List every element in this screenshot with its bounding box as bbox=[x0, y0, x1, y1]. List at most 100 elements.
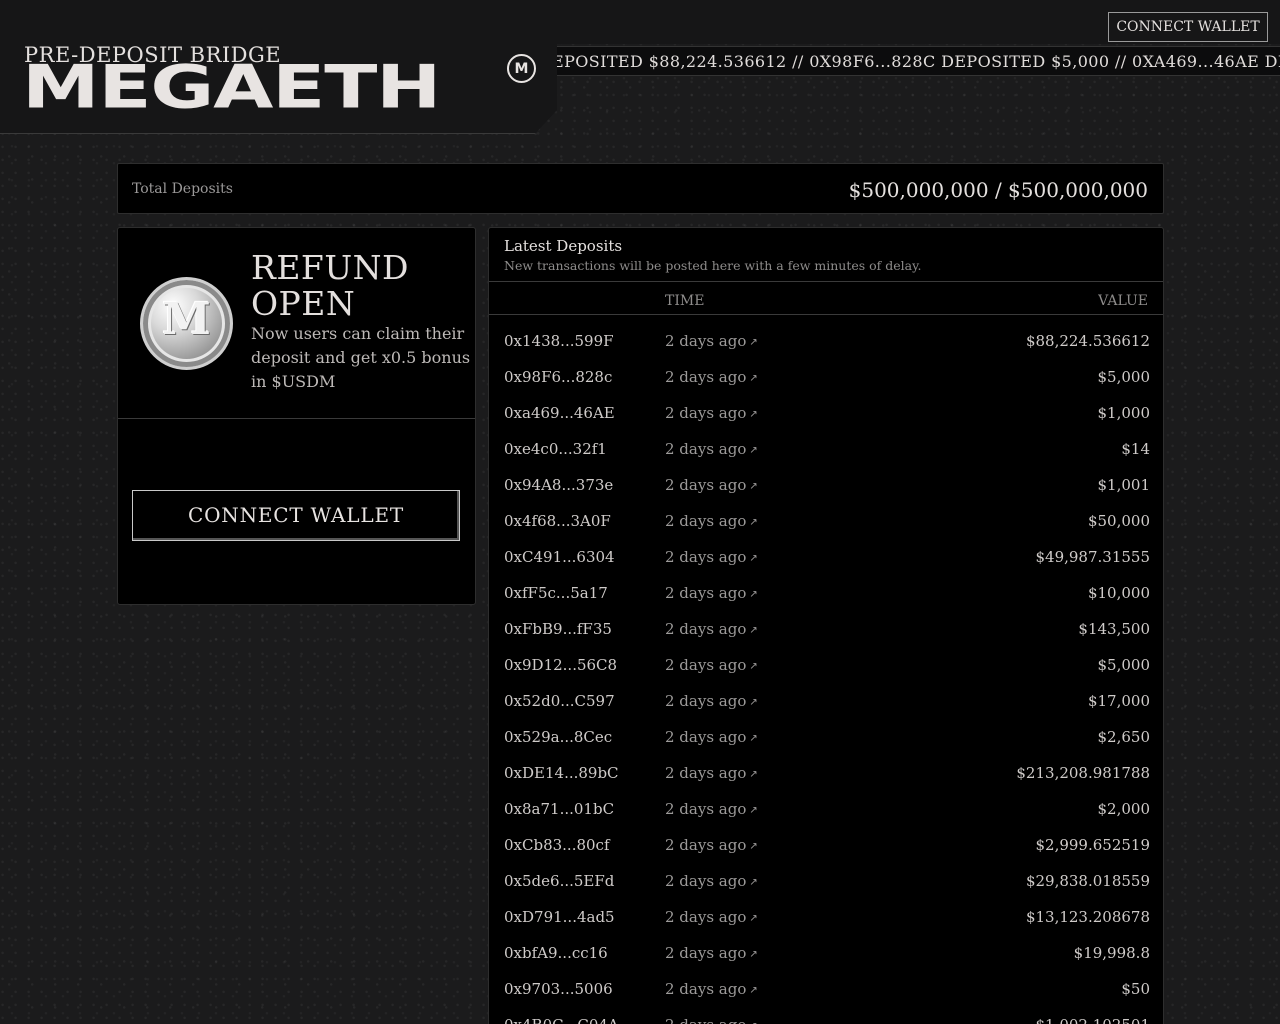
table-row: 0xe4c0...32f1 2 days ago ↗ $14 bbox=[489, 431, 1163, 467]
deposit-address: 0x9703...5006 bbox=[504, 980, 613, 998]
divider bbox=[489, 281, 1163, 282]
deposit-time: 2 days ago bbox=[665, 872, 747, 890]
table-row: 0xCb83...80cf 2 days ago ↗ $2,999.652519 bbox=[489, 827, 1163, 863]
deposit-value: $17,000 bbox=[1087, 692, 1150, 710]
deposit-time-link[interactable]: 2 days ago↗ bbox=[665, 548, 758, 566]
deposit-value: $50 bbox=[1121, 980, 1150, 998]
deposit-time-link[interactable]: 2 days ago↗ bbox=[665, 692, 758, 710]
deposit-time: 2 days ago bbox=[665, 476, 747, 494]
brand-logo[interactable]: MEGAETH bbox=[22, 58, 441, 117]
external-link-icon: ↗ bbox=[749, 733, 758, 744]
deposit-time-link[interactable]: 2 days ago↗ bbox=[665, 656, 758, 674]
latest-deposits-title: Latest Deposits bbox=[504, 237, 623, 255]
external-link-icon: ↗ bbox=[749, 913, 758, 924]
deposit-address: 0xC491...6304 bbox=[504, 548, 615, 566]
table-row: 0x98F6...828c 2 days ago ↗ $5,000 bbox=[489, 359, 1163, 395]
table-row: 0xD791...4ad5 2 days ago ↗ $13,123.208678 bbox=[489, 899, 1163, 935]
deposit-time-link[interactable]: 2 days ago↗ bbox=[665, 872, 758, 890]
deposit-address: 0xe4c0...32f1 bbox=[504, 440, 607, 458]
deposit-value: $10,000 bbox=[1087, 584, 1150, 602]
deposit-time: 2 days ago bbox=[665, 368, 747, 386]
deposit-address: 0x8a71...01bC bbox=[504, 800, 615, 818]
deposit-time-link[interactable]: 2 days ago↗ bbox=[665, 800, 758, 818]
deposit-address: 0x94A8...373e bbox=[504, 476, 614, 494]
deposit-address: 0xbfA9...cc16 bbox=[504, 944, 608, 962]
table-row: 0x4B0C...C04A 2 days ago↗ $1,002.102501 bbox=[489, 1007, 1163, 1024]
deposit-time-link[interactable]: 2 days ago↗ bbox=[665, 476, 758, 494]
external-link-icon: ↗ bbox=[749, 445, 758, 456]
connect-wallet-button[interactable]: CONNECT WALLET bbox=[132, 490, 460, 541]
external-link-icon: ↗ bbox=[749, 769, 758, 780]
deposit-time: 2 days ago bbox=[665, 800, 747, 818]
deposit-time-link[interactable]: 2 days ago↗ bbox=[665, 440, 758, 458]
table-row: 0x5de6...5EFd 2 days ago ↗ $29,838.018559 bbox=[489, 863, 1163, 899]
deposit-time-link[interactable]: 2 days ago↗ bbox=[665, 764, 758, 782]
deposit-time-link[interactable]: 2 days ago↗ bbox=[665, 332, 758, 350]
table-row: 0xbfA9...cc16 2 days ago ↗ $19,998.8 bbox=[489, 935, 1163, 971]
coin-letter: M bbox=[162, 294, 211, 345]
deposits-list: 0x1438...599F 2 days ago ↗ $88,224.536612 0… bbox=[489, 323, 1163, 1024]
deposit-value: $13,123.208678 bbox=[1025, 908, 1150, 926]
total-deposits-value: $500,000,000 / $500,000,000 bbox=[848, 178, 1148, 202]
table-row: 0x52d0...C597 2 days ago ↗ $17,000 bbox=[489, 683, 1163, 719]
deposit-time: 2 days ago bbox=[665, 1016, 746, 1024]
refund-card: M REFUND OPEN Now users can claim their … bbox=[117, 227, 476, 605]
deposit-value: $1,001 bbox=[1097, 476, 1151, 494]
deposit-time: 2 days ago bbox=[665, 980, 747, 998]
total-deposits-bar: Total Deposits $500,000,000 / $500,000,0… bbox=[117, 163, 1164, 214]
deposit-value: $50,000 bbox=[1087, 512, 1150, 530]
deposit-value: $19,998.8 bbox=[1073, 944, 1150, 962]
deposit-time: 2 days ago bbox=[665, 548, 747, 566]
deposit-address: 0xFbB9...fF35 bbox=[504, 620, 612, 638]
deposit-time: 2 days ago bbox=[665, 656, 747, 674]
deposit-value: $49,987.31555 bbox=[1035, 548, 1150, 566]
table-row: 0xDE14...89bC 2 days ago ↗ $213,208.981788 bbox=[489, 755, 1163, 791]
deposit-time-link[interactable]: 2 days ago↗ bbox=[665, 728, 758, 746]
external-link-icon: ↗ bbox=[749, 805, 758, 816]
deposit-value: $29,838.018559 bbox=[1025, 872, 1150, 890]
deposit-address: 0xa469...46AE bbox=[504, 404, 615, 422]
latest-deposits-subtitle: New transactions will be posted here wit… bbox=[504, 258, 922, 273]
deposit-time-link[interactable]: 2 days ago↗ bbox=[665, 1016, 758, 1024]
deposit-time-link[interactable]: 2 days ago↗ bbox=[665, 368, 758, 386]
external-link-icon: ↗ bbox=[749, 589, 758, 600]
deposit-value: $2,999.652519 bbox=[1035, 836, 1150, 854]
deposit-time-link[interactable]: 2 days ago↗ bbox=[665, 584, 758, 602]
header-connect-wallet-button[interactable]: CONNECT WALLET bbox=[1108, 12, 1268, 42]
deposit-time: 2 days ago bbox=[665, 692, 747, 710]
deposit-time: 2 days ago bbox=[665, 440, 747, 458]
table-row: 0x4f68...3A0F 2 days ago ↗ $50,000 bbox=[489, 503, 1163, 539]
deposit-time: 2 days ago bbox=[665, 404, 747, 422]
external-link-icon: ↗ bbox=[749, 877, 758, 888]
deposit-address: 0x4B0C...C04A bbox=[504, 1016, 619, 1024]
divider bbox=[489, 314, 1163, 315]
deposit-time: 2 days ago bbox=[665, 836, 747, 854]
external-link-icon: ↗ bbox=[749, 661, 758, 672]
brand-badge-icon: M bbox=[507, 54, 536, 83]
external-link-icon: ↗ bbox=[749, 481, 758, 492]
deposit-time-link[interactable]: 2 days ago↗ bbox=[665, 404, 758, 422]
deposit-time-link[interactable]: 2 days ago↗ bbox=[665, 620, 758, 638]
table-row: 0xa469...46AE 2 days ago ↗ $1,000 bbox=[489, 395, 1163, 431]
table-row: 0x1438...599F 2 days ago ↗ $88,224.536612 bbox=[489, 323, 1163, 359]
deposit-value: $88,224.536612 bbox=[1025, 332, 1150, 350]
external-link-icon: ↗ bbox=[749, 553, 758, 564]
total-deposits-label: Total Deposits bbox=[132, 181, 233, 197]
refund-title: REFUND OPEN bbox=[251, 248, 409, 323]
deposit-time-link[interactable]: 2 days ago↗ bbox=[665, 908, 758, 926]
deposit-time: 2 days ago bbox=[665, 764, 747, 782]
table-row: 0xC491...6304 2 days ago ↗ $49,987.31555 bbox=[489, 539, 1163, 575]
deposit-time-link[interactable]: 2 days ago↗ bbox=[665, 980, 758, 998]
deposit-address: 0xD791...4ad5 bbox=[504, 908, 615, 926]
external-link-icon: ↗ bbox=[749, 841, 758, 852]
deposit-time-link[interactable]: 2 days ago↗ bbox=[665, 512, 758, 530]
external-link-icon: ↗ bbox=[749, 625, 758, 636]
external-link-icon: ↗ bbox=[749, 517, 758, 528]
deposit-value: $14 bbox=[1121, 440, 1150, 458]
deposit-time-link[interactable]: 2 days ago↗ bbox=[665, 944, 758, 962]
deposit-value: $5,000 bbox=[1097, 368, 1151, 386]
deposit-time-link[interactable]: 2 days ago↗ bbox=[665, 836, 758, 854]
deposit-value: $5,000 bbox=[1097, 656, 1151, 674]
table-row: 0x8a71...01bC 2 days ago ↗ $2,000 bbox=[489, 791, 1163, 827]
refund-divider bbox=[118, 418, 475, 419]
